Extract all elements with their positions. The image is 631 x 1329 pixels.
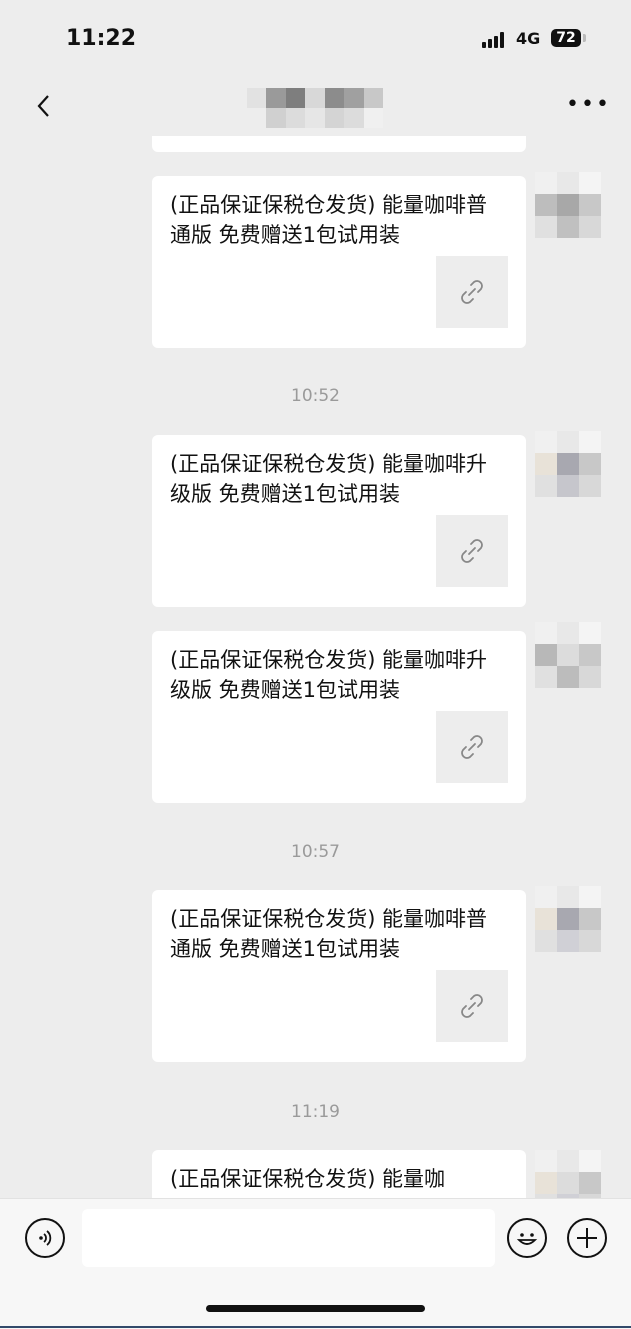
link-icon: [461, 280, 483, 304]
avatar[interactable]: [535, 622, 601, 688]
link-thumbnail: [436, 970, 508, 1042]
avatar[interactable]: [535, 172, 601, 238]
chevron-left-icon[interactable]: [30, 90, 62, 122]
emoji-icon[interactable]: [507, 1218, 547, 1258]
home-indicator: [206, 1305, 425, 1312]
link-message[interactable]: (正品保证保税仓发货) 能量咖啡升级版 免费赠送1包试用装: [152, 435, 526, 607]
timestamp: 11:19: [291, 1102, 340, 1122]
link-message[interactable]: (正品保证保税仓发货) 能量咖: [152, 1150, 526, 1198]
signal-icon: [482, 32, 510, 48]
network-type: 4G: [516, 29, 541, 48]
avatar[interactable]: [535, 1150, 601, 1198]
battery-icon: 72: [551, 29, 581, 47]
link-icon: [461, 735, 483, 759]
avatar[interactable]: [535, 886, 601, 952]
status-bar: 11:22 4G 72: [0, 0, 631, 78]
link-title: (正品保证保税仓发货) 能量咖: [170, 1167, 446, 1191]
link-thumbnail: [436, 711, 508, 783]
message-input[interactable]: [82, 1209, 495, 1267]
link-message[interactable]: (正品保证保税仓发货) 能量咖啡普通版 免费赠送1包试用装: [152, 890, 526, 1062]
link-icon: [461, 539, 483, 563]
link-title: (正品保证保税仓发货) 能量咖啡普通版 免费赠送1包试用装: [170, 193, 488, 247]
timestamp: 10:57: [291, 842, 340, 862]
link-message[interactable]: (正品保证保税仓发货) 能量咖啡普通版 免费赠送1包试用装: [152, 176, 526, 348]
link-title: (正品保证保税仓发货) 能量咖啡升级版 免费赠送1包试用装: [170, 648, 488, 702]
timestamp: 10:52: [291, 386, 340, 406]
voice-icon[interactable]: [25, 1218, 65, 1258]
link-thumbnail: [436, 515, 508, 587]
chat-area[interactable]: (正品保证保税仓发货) 能量咖啡普通版 免费赠送1包试用装 10:52 (正品保…: [0, 136, 631, 1198]
battery-tip: [583, 34, 586, 42]
link-title: (正品保证保税仓发货) 能量咖啡普通版 免费赠送1包试用装: [170, 907, 488, 961]
avatar[interactable]: [535, 431, 601, 497]
link-title: (正品保证保税仓发货) 能量咖啡升级版 免费赠送1包试用装: [170, 452, 488, 506]
plus-icon[interactable]: [567, 1218, 607, 1258]
link-icon: [461, 994, 483, 1018]
nav-bar: •••: [0, 78, 631, 136]
contact-name-pixelated: [247, 88, 383, 128]
status-time: 11:22: [66, 26, 137, 51]
link-message[interactable]: (正品保证保税仓发货) 能量咖啡升级版 免费赠送1包试用装: [152, 631, 526, 803]
message-bubble[interactable]: [152, 136, 526, 152]
more-dots-icon[interactable]: •••: [566, 92, 611, 117]
link-thumbnail: [436, 256, 508, 328]
